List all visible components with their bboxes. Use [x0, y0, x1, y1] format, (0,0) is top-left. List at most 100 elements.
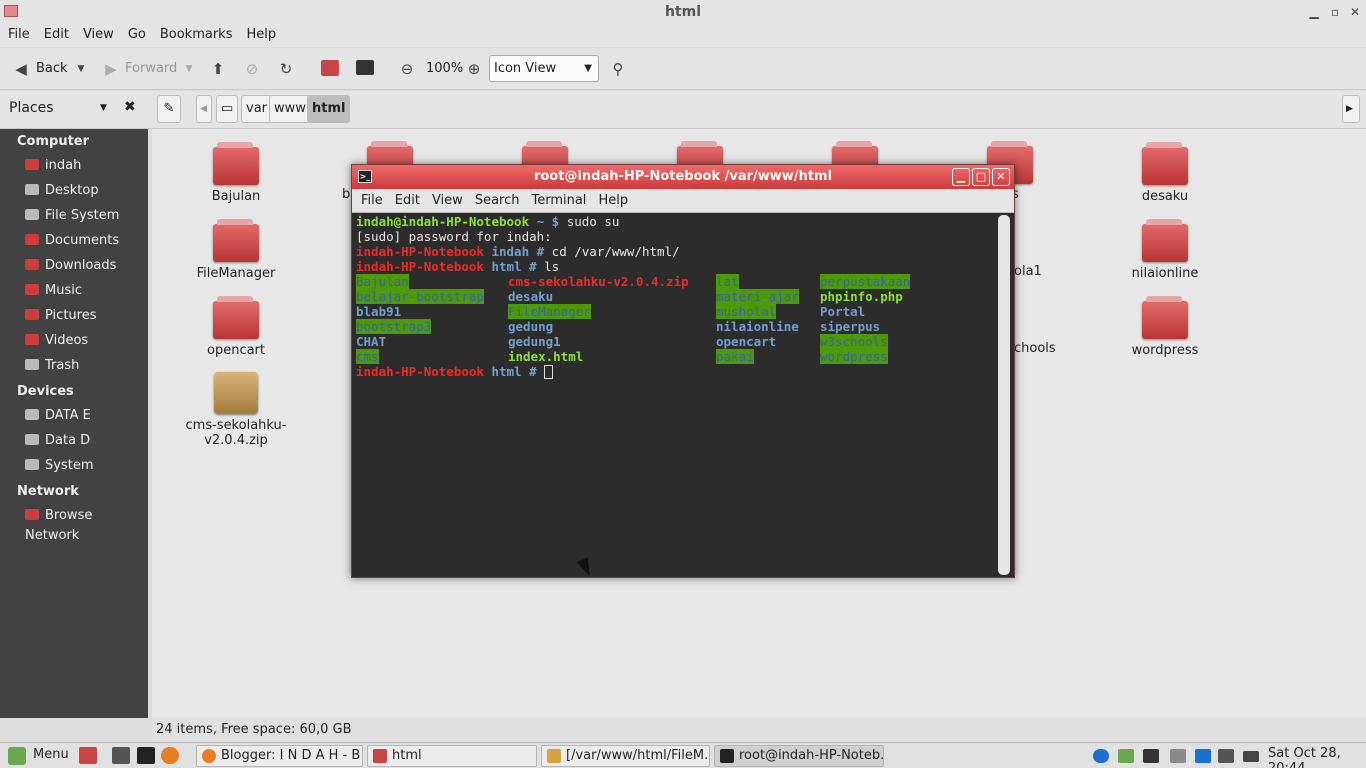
downloads-folder-icon — [25, 259, 39, 270]
sidebar-item-data-d[interactable]: Data D — [25, 431, 147, 451]
file-item[interactable]: Bajulan — [176, 142, 296, 204]
view-mode-select[interactable]: Icon View ▼ — [489, 55, 599, 82]
crumb-right-icon[interactable]: ▶ — [1342, 95, 1360, 123]
places-dropdown-icon[interactable]: ▼ — [100, 103, 107, 113]
terminal-launcher-icon[interactable] — [137, 747, 155, 764]
folder-icon — [213, 219, 259, 262]
file-item[interactable]: cms-sekolahku-v2.0.4.zip — [176, 372, 296, 448]
sidebar-item-indah[interactable]: indah — [25, 156, 147, 176]
forward-dropdown-icon[interactable]: ▼ — [180, 60, 198, 78]
menu-file[interactable]: File — [1, 25, 37, 45]
file-manager-launcher-icon[interactable] — [112, 747, 130, 764]
sidebar-item-downloads[interactable]: Downloads — [25, 256, 147, 276]
network-signal-icon[interactable] — [1170, 749, 1186, 763]
menu-go[interactable]: Go — [121, 25, 153, 45]
sidebar-item-data-e[interactable]: DATA E — [25, 406, 147, 426]
teamviewer-tray-icon[interactable] — [1093, 749, 1109, 763]
sidebar-item-file-system[interactable]: File System — [25, 206, 147, 226]
terminal-output[interactable]: indah@indah-HP-Notebook ~ $ sudo su [sudo… — [356, 214, 996, 574]
task-button-terminal[interactable]: root@indah-HP-Noteb... — [714, 745, 884, 767]
reload-icon[interactable]: ↻ — [277, 60, 295, 78]
task-button-firefox[interactable]: Blogger: I N D A H - B ... — [196, 745, 363, 767]
sidebar-item-documents[interactable]: Documents — [25, 231, 147, 251]
status-bar: 24 items, Free space: 60,0 GB — [152, 718, 1366, 742]
terminal-menu-file[interactable]: File — [355, 189, 389, 213]
back-arrow-icon: ◀ — [15, 60, 27, 78]
home-folder-icon[interactable] — [321, 60, 339, 76]
terminal-menubar: File Edit View Search Terminal Help — [352, 189, 1014, 213]
folder-icon — [213, 142, 259, 185]
zoom-out-icon[interactable]: ⊖ — [398, 60, 416, 78]
terminal-menu-search[interactable]: Search — [469, 189, 526, 213]
sidebar-item-system[interactable]: System — [25, 456, 147, 476]
battery-icon[interactable] — [1243, 751, 1259, 762]
drive-icon[interactable]: ▭ — [216, 95, 238, 123]
mint-logo-icon — [8, 747, 26, 765]
ls-column: Bajulan belajar-bootstrap blab91 bootstrap3… — [356, 274, 484, 364]
terminal-menu-help[interactable]: Help — [592, 189, 634, 213]
zoom-in-icon[interactable]: ⊕ — [465, 60, 483, 78]
sidebar-item-pictures[interactable]: Pictures — [25, 306, 147, 326]
terminal-window[interactable]: >_ root@indah-HP-Notebook /var/www/html … — [351, 164, 1015, 578]
display-tray-icon[interactable] — [1143, 749, 1159, 763]
file-item[interactable]: desaku — [1105, 142, 1225, 204]
taskbar: Menu Blogger: I N D A H - B ... html [/v… — [0, 742, 1366, 768]
ls-column: perpustakaan phpinfo.php Portal siperpus w3s… — [820, 274, 911, 364]
menu-bookmarks[interactable]: Bookmarks — [153, 25, 240, 45]
shield-tray-icon[interactable] — [1118, 749, 1134, 763]
file-item[interactable]: opencart — [176, 296, 296, 358]
close-sidebar-icon[interactable]: ✖ — [124, 99, 136, 115]
menu-help[interactable]: Help — [239, 25, 283, 45]
menu-edit[interactable]: Edit — [37, 25, 76, 45]
sidebar-item-desktop[interactable]: Desktop — [25, 181, 147, 201]
close-button[interactable]: ✕ — [1346, 3, 1364, 21]
sidebar-heading-devices: Devices — [17, 384, 74, 399]
show-desktop-icon[interactable] — [79, 747, 97, 764]
terminal-minimize-button[interactable]: ▁ — [952, 168, 970, 186]
terminal-close-button[interactable]: ✕ — [992, 168, 1010, 186]
up-arrow-icon[interactable]: ⬆ — [209, 60, 227, 78]
edit-location-icon[interactable]: ✎ — [157, 95, 181, 123]
terminal-menu-terminal[interactable]: Terminal — [525, 189, 592, 213]
ls-output: Bajulan belajar-bootstrap blab91 bootstrap3… — [356, 274, 996, 364]
file-item[interactable]: nilaionline — [1105, 219, 1225, 281]
clock[interactable]: Sat Oct 28, 20:44 — [1268, 746, 1366, 768]
videos-folder-icon — [25, 334, 39, 345]
crumb-left-icon[interactable]: ◀ — [196, 95, 212, 123]
sidebar-item-browse-network[interactable]: Browse Network — [25, 506, 147, 543]
stop-icon[interactable]: ⊘ — [243, 60, 261, 78]
forward-button[interactable]: Forward — [125, 57, 177, 81]
crumb-www[interactable]: www — [269, 95, 311, 123]
sidebar-item-videos[interactable]: Videos — [25, 331, 147, 351]
task-button-files[interactable]: html — [367, 745, 537, 767]
file-item[interactable]: wordpress — [1105, 296, 1225, 358]
menu-view[interactable]: View — [76, 25, 121, 45]
search-icon[interactable]: ⚲ — [609, 60, 627, 78]
computer-icon[interactable] — [356, 60, 374, 75]
file-item[interactable]: FileManager — [176, 219, 296, 281]
minimize-button[interactable]: ▁ — [1305, 3, 1323, 21]
back-dropdown-icon[interactable]: ▼ — [72, 60, 90, 78]
volume-icon[interactable] — [1218, 749, 1234, 763]
task-button-editor[interactable]: [/var/www/html/FileM... — [541, 745, 710, 767]
firefox-launcher-icon[interactable] — [161, 747, 179, 764]
window-title: html — [664, 4, 702, 20]
bluetooth-icon[interactable] — [1195, 749, 1211, 763]
terminal-menu-edit[interactable]: Edit — [389, 189, 426, 213]
sidebar-item-music[interactable]: Music — [25, 281, 147, 301]
places-selector[interactable]: Places — [9, 100, 54, 116]
menu-button[interactable]: Menu — [33, 747, 69, 762]
crumb-var[interactable]: var — [241, 95, 273, 123]
status-text: 24 items, Free space: 60,0 GB — [156, 722, 352, 737]
back-button[interactable]: Back — [36, 57, 68, 81]
terminal-scrollbar[interactable] — [998, 215, 1010, 575]
drive-icon — [25, 209, 39, 220]
crumb-html[interactable]: html — [307, 95, 351, 123]
terminal-menu-view[interactable]: View — [426, 189, 469, 213]
terminal-titlebar[interactable]: >_ root@indah-HP-Notebook /var/www/html … — [352, 165, 1014, 189]
terminal-maximize-button[interactable]: □ — [972, 168, 990, 186]
sidebar-item-trash[interactable]: Trash — [25, 356, 147, 376]
terminal-line: indah-HP-Notebook html # ls — [356, 259, 560, 274]
maximize-button[interactable]: ▫ — [1326, 3, 1344, 21]
terminal-line: indah@indah-HP-Notebook ~ $ sudo su — [356, 214, 620, 229]
